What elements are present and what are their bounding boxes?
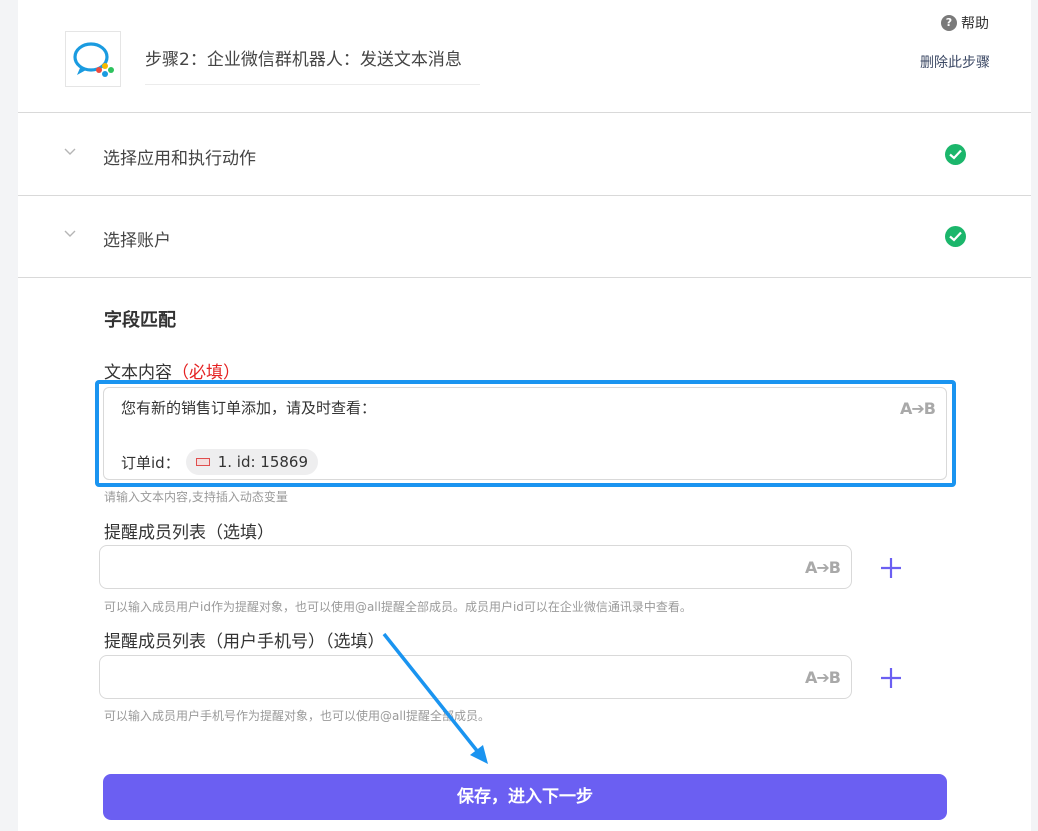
text-content-line2: 订单id： 1. id: 15869 bbox=[121, 449, 319, 475]
section-select-app-action[interactable]: 选择应用和执行动作 bbox=[18, 114, 1031, 196]
mention-mobile-list-input[interactable]: A➔B bbox=[99, 655, 852, 699]
variable-tag-label: 1. id: 15869 bbox=[217, 453, 309, 471]
source-app-mini-icon bbox=[195, 458, 210, 466]
text-content-hint: 请输入文本内容,支持插入动态变量 bbox=[104, 490, 288, 504]
insert-variable-icon[interactable]: A➔B bbox=[805, 668, 841, 687]
help-label: 帮助 bbox=[961, 16, 989, 32]
chevron-down-icon bbox=[64, 148, 76, 155]
dynamic-variable-tag[interactable]: 1. id: 15869 bbox=[185, 449, 319, 475]
step-header: 步骤2：企业微信群机器人：发送文本消息 ? 帮助 删除此步骤 bbox=[18, 0, 1031, 113]
title-underline bbox=[145, 84, 480, 85]
check-circle-icon bbox=[945, 226, 966, 247]
save-next-button[interactable]: 保存，进入下一步 bbox=[103, 774, 947, 820]
mention-list-hint: 可以输入成员用户id作为提醒对象，也可以使用@all提醒全部成员。成员用户id可… bbox=[104, 600, 692, 614]
help-link[interactable]: ? 帮助 bbox=[941, 13, 989, 33]
check-circle-icon bbox=[945, 144, 966, 165]
chevron-down-icon bbox=[64, 230, 76, 237]
text-content-input[interactable]: 您有新的销售订单添加，请及时查看： 订单id： 1. id: 15869 A➔B bbox=[103, 387, 947, 480]
order-id-prefix: 订单id： bbox=[121, 453, 180, 472]
section-label: 选择账户 bbox=[103, 231, 171, 251]
mention-list-label: 提醒成员列表（选填） bbox=[104, 523, 274, 543]
text-content-line1: 您有新的销售订单添加，请及时查看： bbox=[121, 399, 377, 417]
mention-mobile-list-hint: 可以输入成员用户手机号作为提醒对象，也可以使用@all提醒全部成员。 bbox=[104, 709, 491, 723]
insert-variable-icon[interactable]: A➔B bbox=[805, 558, 841, 577]
delete-step-link[interactable]: 删除此步骤 bbox=[920, 52, 990, 72]
help-circle-icon: ? bbox=[941, 15, 957, 31]
step-card: 步骤2：企业微信群机器人：发送文本消息 ? 帮助 删除此步骤 选择应用和执行动作… bbox=[18, 0, 1031, 831]
mention-list-input[interactable]: A➔B bbox=[99, 545, 852, 589]
insert-variable-icon[interactable]: A➔B bbox=[900, 399, 936, 418]
step-title: 步骤2：企业微信群机器人：发送文本消息 bbox=[145, 50, 462, 70]
wecom-logo-icon bbox=[73, 42, 114, 77]
add-plus-icon[interactable] bbox=[879, 556, 903, 580]
section-label: 选择应用和执行动作 bbox=[103, 149, 256, 169]
mention-mobile-list-label: 提醒成员列表（用户手机号）（选填） bbox=[104, 632, 385, 652]
add-plus-icon[interactable] bbox=[879, 666, 903, 690]
wecom-app-logo bbox=[65, 31, 121, 87]
section-select-account[interactable]: 选择账户 bbox=[18, 196, 1031, 278]
field-mapping-title: 字段匹配 bbox=[104, 310, 176, 331]
